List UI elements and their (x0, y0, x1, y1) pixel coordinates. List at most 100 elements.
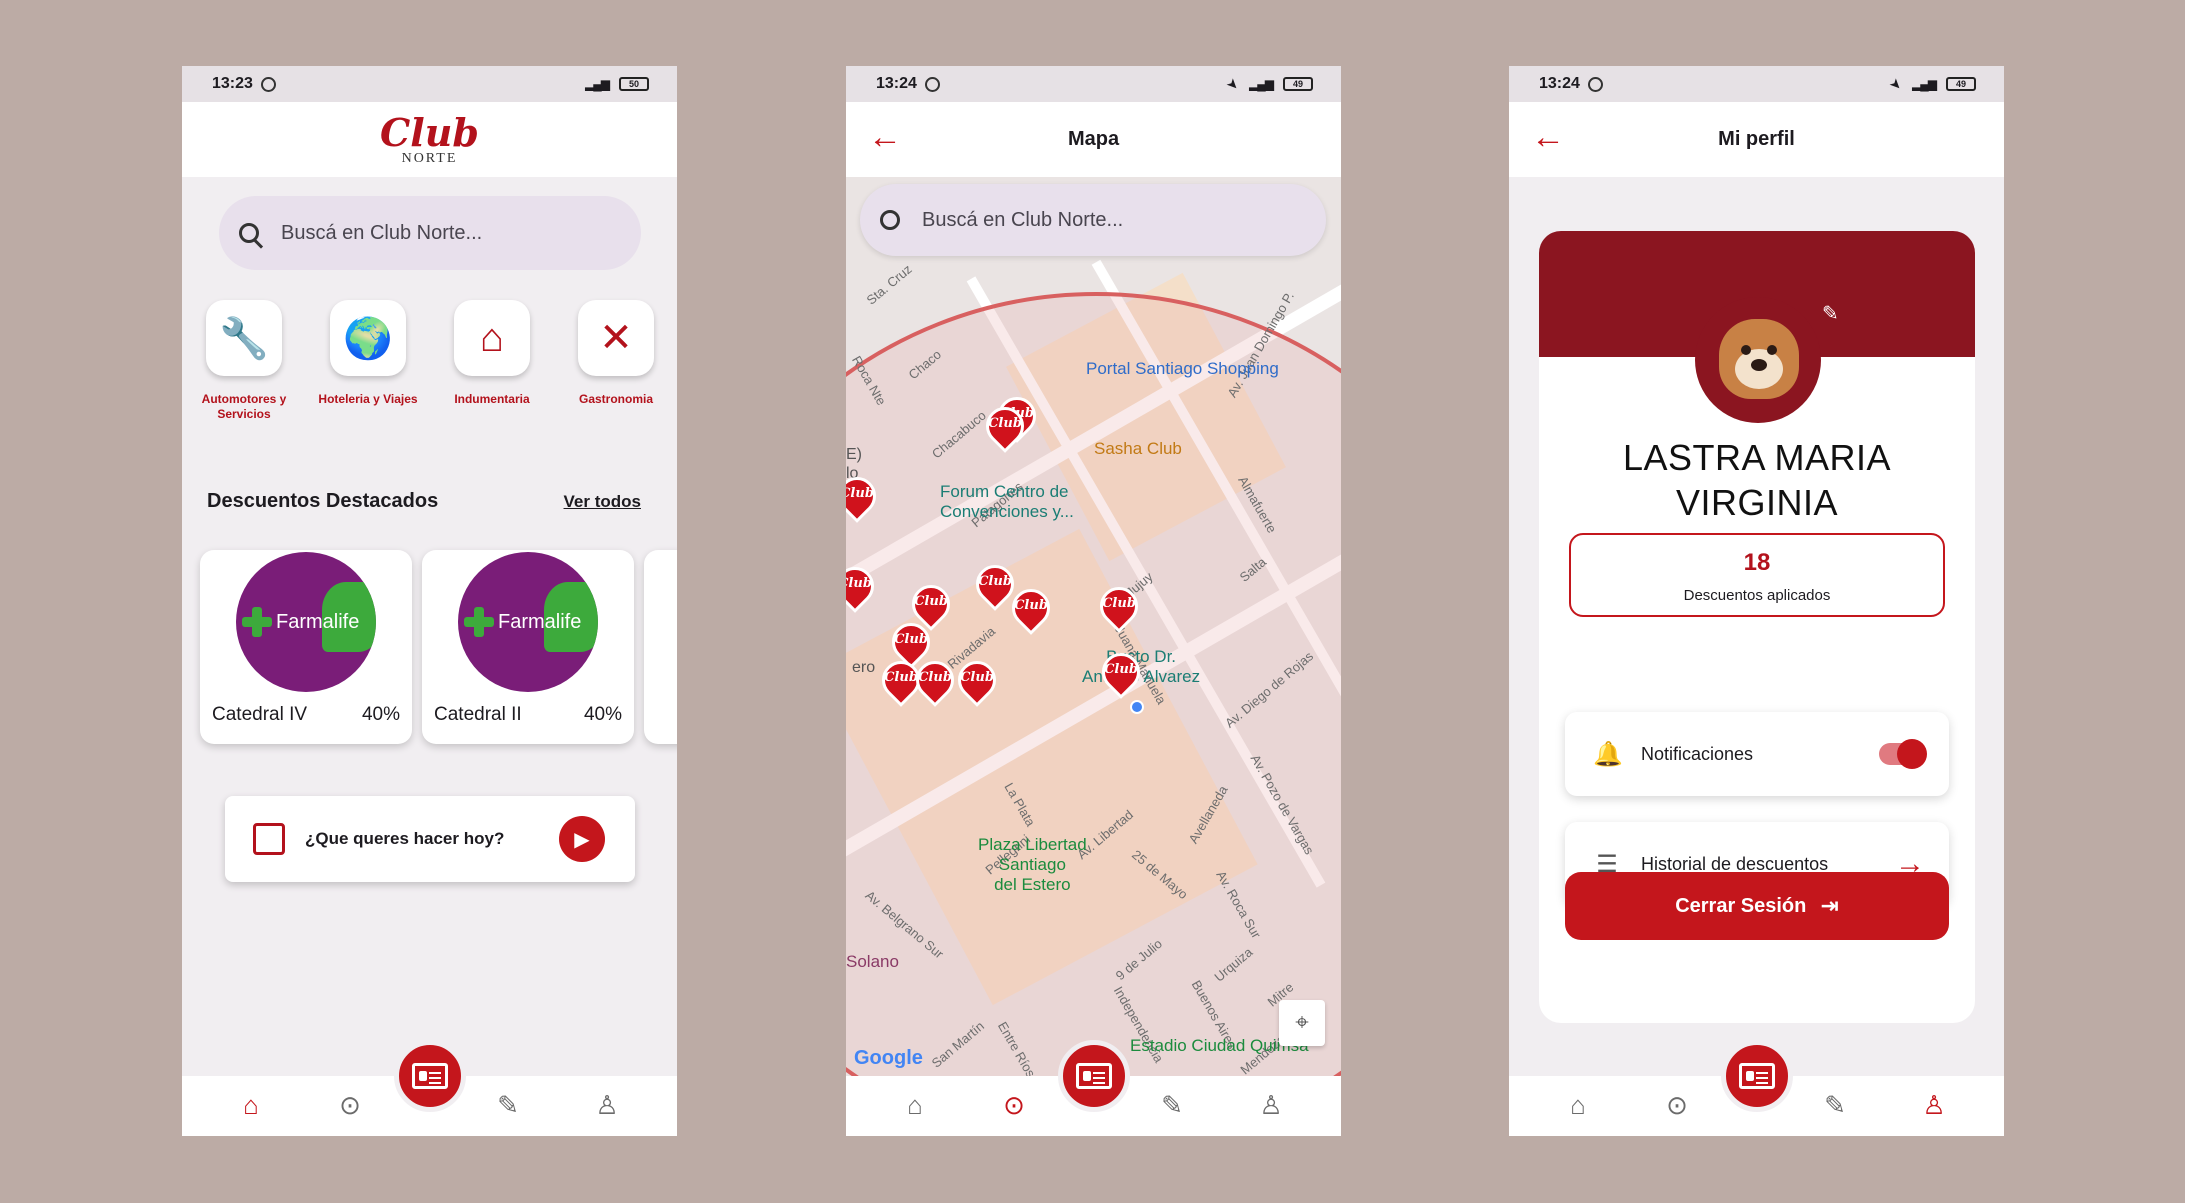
battery-icon: 49 (1283, 77, 1313, 91)
app-header: ← Mi perfil (1509, 102, 2004, 177)
discounts-stat: 18 Descuentos aplicados (1569, 533, 1945, 617)
globe-plane-icon: 🌍 (330, 300, 406, 376)
search-icon (880, 210, 900, 230)
pin-label: Club (978, 574, 1012, 589)
map-pin-icon[interactable]: ⊙ (994, 1090, 1034, 1121)
id-card-icon (1076, 1063, 1112, 1089)
farmalife-logo: Farmalife (458, 552, 598, 692)
id-card-button[interactable] (394, 1040, 466, 1112)
current-location-dot (1130, 700, 1144, 714)
map-pin-icon[interactable]: ⊙ (330, 1090, 370, 1121)
status-time: 13:24 (1539, 75, 1580, 92)
club-pin[interactable]: Club (1094, 645, 1148, 701)
category-label: Hoteleria y Viajes (318, 392, 418, 406)
club-pin[interactable]: Club (1092, 579, 1146, 635)
place-solano[interactable]: Solano (846, 952, 899, 972)
id-card-icon (412, 1063, 448, 1089)
avatar[interactable] (1695, 297, 1821, 423)
my-location-button[interactable]: ⌖ (1279, 1000, 1325, 1046)
discounts-label: Descuentos aplicados (1683, 587, 1831, 604)
back-arrow-icon[interactable]: ← (868, 120, 902, 154)
notifications-label: Notificaciones (1641, 743, 1754, 764)
pin-label: Club (1102, 596, 1136, 611)
alarm-icon (924, 76, 940, 92)
hanger-icon: ⌂ (454, 300, 530, 376)
map-search-input[interactable]: Buscá en Club Norte... (860, 184, 1326, 256)
place-partial-label: ero (852, 659, 876, 676)
profile-name: LASTRA MARIA VIRGINIA (1622, 437, 1892, 523)
notifications-toggle[interactable] (1879, 739, 1927, 769)
club-pin[interactable]: Club (908, 653, 962, 709)
category-label: Indumentaria (454, 392, 530, 406)
category-label: Gastronomia (578, 392, 653, 406)
logout-button[interactable]: Cerrar Sesión ⇥ (1565, 872, 1949, 940)
what-to-do-button[interactable]: ¿Que queres hacer hoy? ▶ (225, 796, 635, 882)
see-all-link[interactable]: Ver todos (564, 492, 641, 512)
cross-icon (242, 607, 272, 637)
place-forum[interactable]: Forum Centro de Convenciones y... (940, 482, 1074, 522)
category-indumentaria[interactable]: ⌂ Indumentaria (437, 300, 547, 407)
club-pin[interactable]: Club (978, 399, 1032, 455)
discount-card[interactable]: Farmalife Catedral II 40% (422, 550, 634, 744)
logout-label: Cerrar Sesión (1675, 894, 1807, 917)
club-pin[interactable]: Club (950, 653, 1004, 709)
discount-card[interactable]: Farmalife Catedral IV 40% (200, 550, 412, 744)
play-icon: ▶ (559, 816, 605, 862)
club-pin[interactable]: Club (846, 559, 882, 615)
ticket-icon[interactable]: ✎ (1152, 1090, 1192, 1121)
crosshair-icon: ⌖ (1295, 1009, 1309, 1036)
page-title: Mi perfil (1718, 128, 1795, 150)
featured-header: Descuentos Destacados Ver todos (207, 490, 641, 513)
cross-icon (464, 607, 494, 637)
app-header: Club NORTE (182, 102, 677, 177)
dog-nose (1751, 359, 1767, 371)
home-icon[interactable]: ⌂ (231, 1090, 271, 1121)
place-plaza-libertad[interactable]: Plaza Libertad Santiago del Estero (978, 835, 1087, 895)
ticket-icon[interactable]: ✎ (1815, 1090, 1855, 1121)
club-norte-logo: Club NORTE (380, 113, 479, 166)
cta-text: ¿Que queres hacer hoy? (305, 829, 505, 848)
place-sasha-club[interactable]: Sasha Club (1094, 439, 1182, 459)
pin-label: Club (846, 576, 872, 591)
club-pin[interactable]: Club (1004, 581, 1058, 637)
alarm-icon (260, 76, 276, 92)
place-portal-shopping[interactable]: Portal Santiago Shopping (1086, 359, 1279, 379)
signal-icon: ▂▄▆ (585, 77, 610, 91)
home-icon[interactable]: ⌂ (1558, 1090, 1598, 1121)
battery-icon: 50 (619, 77, 649, 91)
person-icon[interactable]: ♙ (587, 1090, 627, 1121)
home-icon[interactable]: ⌂ (895, 1090, 935, 1121)
pin-label: Club (988, 416, 1022, 431)
person-icon[interactable]: ♙ (1251, 1090, 1291, 1121)
status-time: 13:23 (212, 75, 253, 92)
back-arrow-icon[interactable]: ← (1531, 120, 1565, 154)
search-input[interactable]: Buscá en Club Norte... (219, 196, 641, 270)
notifications-row: 🔔 Notificaciones (1565, 712, 1949, 796)
category-hoteleria[interactable]: 🌍 Hoteleria y Viajes (313, 300, 423, 407)
car-tools-icon: 🔧 (206, 300, 282, 376)
club-pin[interactable]: Club (874, 653, 928, 709)
map-pin-icon[interactable]: ⊙ (1657, 1090, 1697, 1121)
discount-card-partial[interactable] (644, 550, 677, 744)
phone-home: 13:23 ▂▄▆ 50 Club NORTE Buscá en Club No… (182, 66, 677, 1136)
id-card-button[interactable] (1721, 1040, 1793, 1112)
category-automotores[interactable]: 🔧 Automotores y Servicios (189, 300, 299, 422)
edit-pencil-icon[interactable]: ✎ (1822, 301, 1839, 326)
pin-label: Club (1014, 598, 1048, 613)
status-bar: 13:24 ➤ ▂▄▆ 49 (1509, 66, 2004, 102)
discount-percent: 40% (361, 704, 400, 725)
club-pin[interactable]: Club (846, 469, 884, 525)
id-card-button[interactable] (1058, 1040, 1130, 1112)
ticket-icon[interactable]: ✎ (488, 1090, 528, 1121)
signal-icon: ▂▄▆ (1912, 77, 1937, 91)
category-gastronomia[interactable]: ✕ Gastronomia (561, 300, 671, 407)
club-pin[interactable]: Club (968, 557, 1022, 613)
brand-name: Farmalife (498, 611, 582, 633)
battery-icon: 49 (1946, 77, 1976, 91)
pin-label: Club (918, 670, 952, 685)
place-busto[interactable]: Busto Dr. Antonio Alvarez (1082, 647, 1200, 687)
map-view[interactable]: Sta. Cruz Roca Nte Chaco Chacabuco Patag… (846, 177, 1341, 1076)
status-bar: 13:24 ➤ ▂▄▆ 49 (846, 66, 1341, 102)
person-icon[interactable]: ♙ (1914, 1090, 1954, 1121)
pin-label: Club (960, 670, 994, 685)
